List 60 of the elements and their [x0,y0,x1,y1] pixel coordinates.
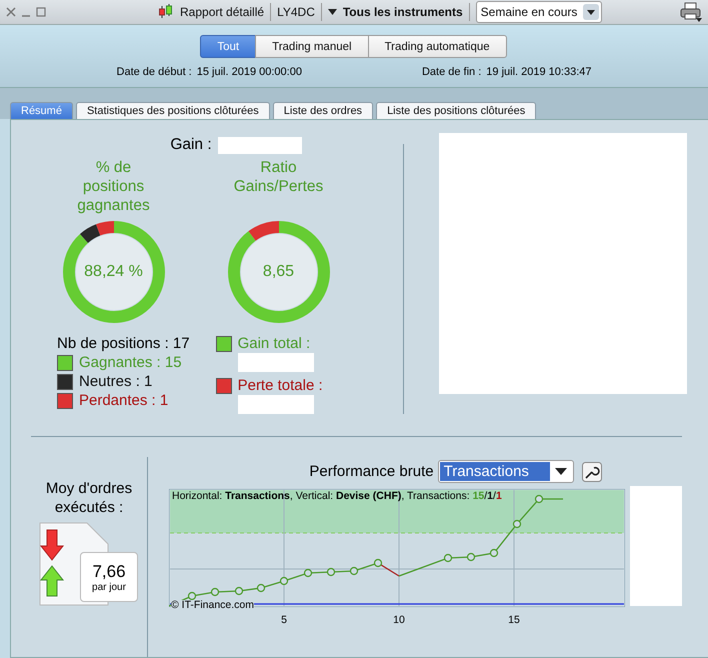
data-point [512,520,522,528]
positions-count: Nb de positions : 17 [57,334,190,353]
legend-swatch [57,392,73,408]
close-icon[interactable] [6,7,16,18]
date-value: 15 juil. 2019 00:00:00 [196,66,302,78]
data-point [326,568,336,576]
instruments-menu[interactable]: Tous les instruments [342,5,463,20]
axis-tick-label: 10 [393,614,405,626]
period-dropdown[interactable]: Semaine en cours [476,1,602,24]
tab[interactable]: Liste des positions clôturées [376,102,536,119]
performance-label: Performance brute [309,463,434,480]
data-point [534,494,544,504]
tab[interactable]: Liste des ordres [272,102,374,119]
date-label: Date de début : [116,66,192,78]
data-point [188,592,196,600]
filter-button[interactable]: Trading manuel [255,35,369,58]
average-unit: par jour [92,582,126,592]
legend-label: Perte totale : [238,376,323,395]
legend-swatch [216,378,232,394]
report-button[interactable]: Rapport détaillé [180,5,264,20]
chart-title: Ratio Gains/Pertes [232,158,324,197]
axis-tick-label: 5 [281,614,287,626]
data-point [466,552,476,562]
printer-icon[interactable] [680,2,702,22]
legend-label: Neutres : 1 [79,372,152,391]
data-point [210,588,220,596]
filter-button[interactable]: Trading automatique [368,35,507,58]
legend-swatch [216,336,232,352]
legend-label: Perdantes : 1 [79,391,168,410]
axis-tick-label: 15 [508,614,520,626]
chart-type-dropdown[interactable]: Transactions [438,460,574,483]
donut-value: 8,65 [262,263,294,281]
dropdown-arrow-icon [554,468,567,475]
gain-label: Gain : [170,136,212,154]
tab[interactable]: Statistiques des positions clôturées [76,102,270,119]
average-title: Moy d'ordres exécutés : [44,479,134,517]
copyright-text: © IT-Finance.com [171,600,254,610]
chart-title: % de positions gagnantes [76,158,151,216]
date-label: Date de fin : [422,66,482,78]
account-label[interactable]: LY4DC [277,5,315,20]
data-point [444,554,452,562]
data-point [374,558,382,568]
legend-label: Gagnantes : 15 [79,353,182,372]
legend-label: Gain total : [238,334,310,353]
chart-legend-text: Horizontal: Transactions, Vertical: Devise (CHF), Transactions: 15/1/1 [172,490,502,502]
data-point [350,566,358,576]
data-point [490,548,498,558]
data-point [234,586,244,596]
date-value: 19 juil. 2019 10:33:47 [486,66,592,78]
data-point [280,576,288,586]
legend-swatch [57,374,73,390]
average-value: 7,66 [92,562,126,582]
donut-value: 88,24 % [84,263,143,281]
data-point [256,584,266,592]
candlestick-icon [158,4,174,20]
wrench-icon[interactable] [582,462,602,482]
legend-swatch [57,354,73,370]
data-point [304,568,312,578]
caret-icon[interactable] [328,9,337,16]
maximize-icon[interactable] [36,7,46,18]
